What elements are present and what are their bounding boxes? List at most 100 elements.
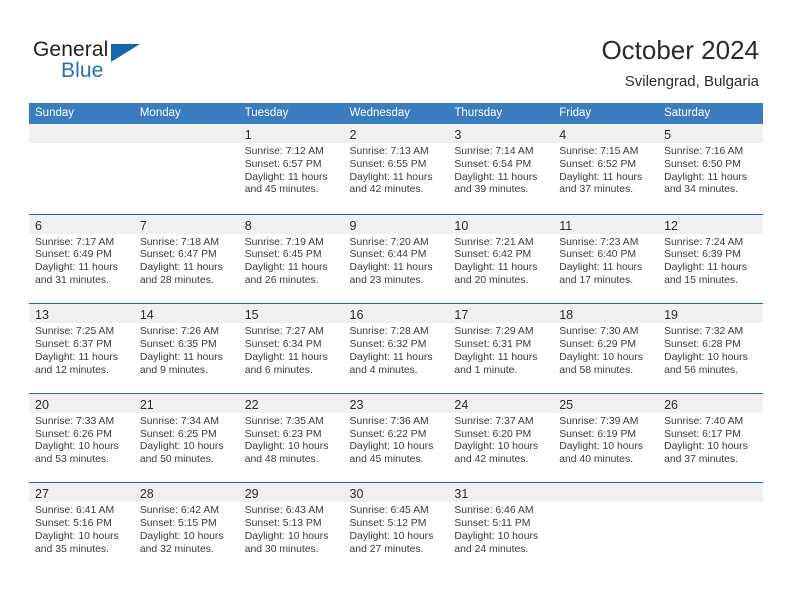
week-row: 20 Sunrise: 7:33 AM Sunset: 6:26 PM Dayl… [29, 392, 763, 483]
day-cell[interactable]: 13 Sunrise: 7:25 AM Sunset: 6:37 PM Dayl… [29, 304, 134, 393]
day-cell[interactable]: 27 Sunrise: 6:41 AM Sunset: 5:16 PM Dayl… [29, 483, 134, 572]
day-cell[interactable]: 7 Sunrise: 7:18 AM Sunset: 6:47 PM Dayli… [133, 214, 239, 304]
day-number-strip: 21 [133, 393, 239, 413]
daylight-text-line1: Daylight: 10 hours [244, 441, 329, 453]
day-cell[interactable]: 11 Sunrise: 7:23 AM Sunset: 6:40 PM Dayl… [553, 214, 659, 304]
sunrise-text: Sunrise: 6:41 AM [35, 505, 115, 517]
day-number: 9 [349, 218, 357, 233]
day-number-strip: 26 [658, 393, 763, 413]
day-cell[interactable]: 1 Sunrise: 7:12 AM Sunset: 6:57 PM Dayli… [238, 124, 344, 214]
daylight-text-line1: Daylight: 11 hours [349, 171, 433, 183]
day-details: Sunrise: 7:20 AM Sunset: 6:44 PM Dayligh… [344, 234, 449, 288]
day-cell[interactable]: 9 Sunrise: 7:20 AM Sunset: 6:44 PM Dayli… [343, 214, 449, 304]
day-cell[interactable] [553, 483, 659, 572]
day-cell[interactable] [658, 483, 763, 572]
day-number-strip: 6 [29, 214, 134, 234]
day-details: Sunrise: 7:40 AM Sunset: 6:17 PM Dayligh… [658, 413, 763, 467]
day-number-strip: 4 [553, 124, 659, 143]
day-number: 30 [349, 487, 364, 502]
sunset-text: Sunset: 6:37 PM [35, 338, 112, 350]
day-cell[interactable]: 26 Sunrise: 7:40 AM Sunset: 6:17 PM Dayl… [658, 393, 763, 483]
daylight-text-line1: Daylight: 10 hours [349, 441, 434, 453]
day-cell[interactable] [133, 124, 239, 214]
sunset-text: Sunset: 6:29 PM [559, 338, 637, 350]
day-details: Sunrise: 7:39 AM Sunset: 6:19 PM Dayligh… [553, 413, 658, 467]
day-number-strip: 13 [29, 304, 134, 324]
day-cell[interactable]: 22 Sunrise: 7:35 AM Sunset: 6:23 PM Dayl… [238, 393, 344, 483]
day-number-strip: 16 [343, 304, 449, 324]
day-cell[interactable]: 2 Sunrise: 7:13 AM Sunset: 6:55 PM Dayli… [343, 124, 449, 214]
day-cell[interactable]: 30 Sunrise: 6:45 AM Sunset: 5:12 PM Dayl… [343, 483, 449, 572]
day-details: Sunrise: 7:17 AM Sunset: 6:49 PM Dayligh… [29, 234, 134, 288]
daylight-text-line2: and 6 minutes. [244, 364, 313, 376]
week-row: 1 Sunrise: 7:12 AM Sunset: 6:57 PM Dayli… [29, 124, 763, 214]
day-cell[interactable]: 12 Sunrise: 7:24 AM Sunset: 6:39 PM Dayl… [658, 214, 763, 304]
day-cell[interactable]: 18 Sunrise: 7:30 AM Sunset: 6:29 PM Dayl… [553, 304, 659, 393]
day-number-strip [658, 483, 763, 503]
day-number-strip: 17 [448, 304, 554, 324]
day-cell[interactable]: 19 Sunrise: 7:32 AM Sunset: 6:28 PM Dayl… [658, 304, 763, 393]
page-header: General Blue October 2024 Svilengrad, Bu… [0, 0, 792, 100]
calendar-grid: Sunday Monday Tuesday Wednesday Thursday… [29, 103, 763, 572]
day-cell[interactable]: 8 Sunrise: 7:19 AM Sunset: 6:45 PM Dayli… [238, 214, 344, 304]
sunset-text: Sunset: 5:13 PM [244, 518, 322, 530]
day-details: Sunrise: 7:18 AM Sunset: 6:47 PM Dayligh… [134, 234, 239, 288]
day-cell[interactable]: 6 Sunrise: 7:17 AM Sunset: 6:49 PM Dayli… [29, 214, 134, 304]
day-cell[interactable]: 23 Sunrise: 7:36 AM Sunset: 6:22 PM Dayl… [343, 393, 449, 483]
day-cell[interactable]: 17 Sunrise: 7:29 AM Sunset: 6:31 PM Dayl… [448, 304, 554, 393]
triangle-icon [111, 44, 140, 62]
logo-text-blue: Blue [61, 59, 104, 82]
daylight-text-line1: Daylight: 10 hours [139, 441, 224, 453]
day-cell[interactable]: 5 Sunrise: 7:16 AM Sunset: 6:50 PM Dayli… [658, 124, 763, 214]
general-blue-logo[interactable]: General Blue [33, 38, 163, 84]
day-number: 26 [664, 397, 678, 412]
daylight-text-line2: and 17 minutes. [559, 274, 634, 286]
daylight-text-line2: and 48 minutes. [244, 454, 319, 466]
day-cell[interactable]: 31 Sunrise: 6:46 AM Sunset: 5:11 PM Dayl… [448, 483, 554, 572]
day-details: Sunrise: 7:35 AM Sunset: 6:23 PM Dayligh… [239, 413, 344, 467]
day-cell[interactable]: 25 Sunrise: 7:39 AM Sunset: 6:19 PM Dayl… [553, 393, 659, 483]
sunset-text: Sunset: 6:49 PM [35, 249, 112, 261]
day-cell[interactable]: 3 Sunrise: 7:14 AM Sunset: 6:54 PM Dayli… [448, 124, 554, 214]
sunset-text: Sunset: 5:15 PM [139, 518, 217, 530]
day-cell[interactable]: 28 Sunrise: 6:42 AM Sunset: 5:15 PM Dayl… [133, 483, 239, 572]
daylight-text-line2: and 37 minutes. [664, 454, 738, 466]
sunrise-text: Sunrise: 7:39 AM [559, 415, 639, 427]
day-cell[interactable]: 20 Sunrise: 7:33 AM Sunset: 6:26 PM Dayl… [29, 393, 134, 483]
daylight-text-line2: and 53 minutes. [35, 454, 109, 466]
day-details: Sunrise: 7:15 AM Sunset: 6:52 PM Dayligh… [553, 143, 658, 197]
day-number: 24 [454, 397, 469, 412]
day-number: 14 [139, 308, 154, 323]
day-number-strip: 1 [238, 124, 344, 143]
sunrise-text: Sunrise: 6:46 AM [454, 505, 534, 517]
sunrise-text: Sunrise: 7:35 AM [244, 415, 324, 427]
day-cell[interactable]: 21 Sunrise: 7:34 AM Sunset: 6:25 PM Dayl… [133, 393, 239, 483]
sunrise-text: Sunrise: 7:30 AM [559, 326, 639, 338]
daylight-text-line2: and 34 minutes. [664, 184, 738, 196]
page-subtitle: Svilengrad, Bulgaria [624, 73, 759, 90]
day-number: 3 [454, 128, 462, 142]
sunrise-text: Sunrise: 7:12 AM [244, 146, 324, 157]
day-cell[interactable]: 29 Sunrise: 6:43 AM Sunset: 5:13 PM Dayl… [238, 483, 344, 572]
sunrise-text: Sunrise: 7:20 AM [349, 236, 429, 248]
day-cell[interactable]: 10 Sunrise: 7:21 AM Sunset: 6:42 PM Dayl… [448, 214, 554, 304]
day-details: Sunrise: 7:33 AM Sunset: 6:26 PM Dayligh… [29, 413, 134, 467]
sunrise-text: Sunrise: 6:43 AM [244, 505, 324, 517]
day-cell[interactable]: 16 Sunrise: 7:28 AM Sunset: 6:32 PM Dayl… [343, 304, 449, 393]
daylight-text-line1: Daylight: 11 hours [244, 171, 328, 183]
sunset-text: Sunset: 6:52 PM [559, 158, 637, 170]
day-cell[interactable]: 24 Sunrise: 7:37 AM Sunset: 6:20 PM Dayl… [448, 393, 554, 483]
day-cell[interactable] [29, 124, 134, 214]
daylight-text-line2: and 58 minutes. [559, 364, 634, 376]
day-cell[interactable]: 14 Sunrise: 7:26 AM Sunset: 6:35 PM Dayl… [133, 304, 239, 393]
day-number: 12 [664, 218, 678, 233]
day-number: 6 [35, 218, 42, 233]
daylight-text-line2: and 37 minutes. [559, 184, 634, 196]
sunrise-text: Sunrise: 7:15 AM [559, 146, 639, 157]
day-cell[interactable]: 15 Sunrise: 7:27 AM Sunset: 6:34 PM Dayl… [238, 304, 344, 393]
sunrise-text: Sunrise: 7:19 AM [244, 236, 324, 248]
day-details: Sunrise: 7:37 AM Sunset: 6:20 PM Dayligh… [448, 413, 553, 467]
day-number: 7 [139, 218, 147, 233]
daylight-text-line2: and 30 minutes. [244, 543, 319, 555]
day-cell[interactable]: 4 Sunrise: 7:15 AM Sunset: 6:52 PM Dayli… [553, 124, 659, 214]
